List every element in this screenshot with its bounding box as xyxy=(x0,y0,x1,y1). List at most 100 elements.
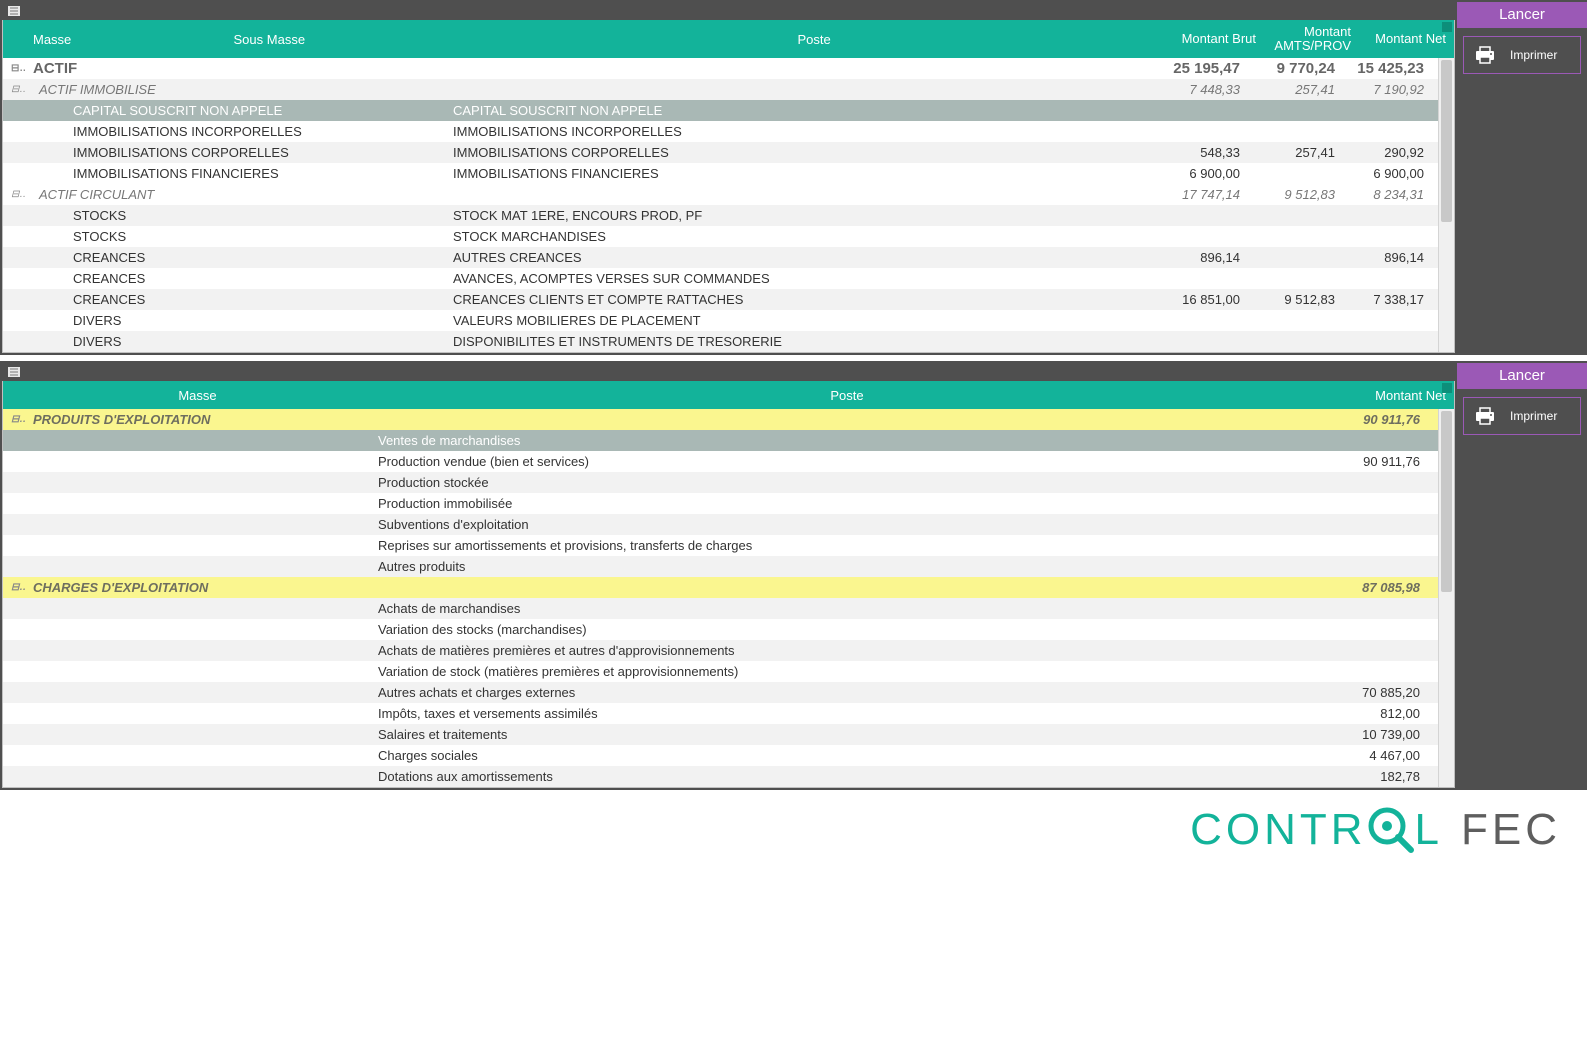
montant-net: 812,00 xyxy=(1308,704,1438,723)
montant-brut xyxy=(1153,234,1248,238)
montant-net xyxy=(1308,543,1438,547)
montant-brut: 548,33 xyxy=(1153,143,1248,162)
table-row[interactable]: Dotations aux amortissements182,78 xyxy=(3,766,1438,787)
col-montant-net[interactable]: Montant Net xyxy=(1359,28,1454,50)
table-row[interactable]: CREANCESAVANCES, ACOMPTES VERSES SUR COM… xyxy=(3,268,1438,289)
logo-part-1: CONTR xyxy=(1190,805,1366,855)
logo-part-3: FEC xyxy=(1461,805,1561,855)
col-poste[interactable]: Poste xyxy=(459,28,1169,51)
montant-brut: 6 900,00 xyxy=(1153,164,1248,183)
masse-label: CHARGES D'EXPLOITATION xyxy=(25,578,1308,597)
table-row[interactable]: Autres produits xyxy=(3,556,1438,577)
table-row[interactable]: ⊟ACTIF25 195,479 770,2415 425,23 xyxy=(3,58,1438,79)
table-row[interactable]: ⊟CHARGES D'EXPLOITATION87 085,98 xyxy=(3,577,1438,598)
montant-net xyxy=(1343,318,1438,322)
montant-brut: 7 448,33 xyxy=(1153,80,1248,99)
logo-area: CONTR L FEC xyxy=(0,790,1587,866)
poste-cell: AVANCES, ACOMPTES VERSES SUR COMMANDES xyxy=(445,269,1153,288)
poste-cell: Autres achats et charges externes xyxy=(370,683,1308,702)
montant-net: 90 911,76 xyxy=(1308,410,1438,429)
pin-icon[interactable] xyxy=(1442,383,1452,393)
montant-brut xyxy=(1153,213,1248,217)
bilan-panel: Masse Sous Masse Poste Montant Brut Mont… xyxy=(0,0,1587,355)
table-row[interactable]: DIVERSDISPONIBILITES ET INSTRUMENTS DE T… xyxy=(3,331,1438,352)
table-row[interactable]: Achats de marchandises xyxy=(3,598,1438,619)
table-row[interactable]: CREANCESAUTRES CREANCES896,14896,14 xyxy=(3,247,1438,268)
table-row[interactable]: STOCKSSTOCK MARCHANDISES xyxy=(3,226,1438,247)
printer-icon xyxy=(1474,45,1496,65)
col-poste[interactable]: Poste xyxy=(370,384,1324,407)
print-label: Imprimer xyxy=(1510,409,1557,423)
collapse-toggle[interactable]: ⊟ xyxy=(3,412,25,427)
table-row[interactable]: Subventions d'exploitation xyxy=(3,514,1438,535)
poste-cell: IMMOBILISATIONS FINANCIERES xyxy=(445,164,1153,183)
col-montant-net[interactable]: Montant Net xyxy=(1324,384,1454,407)
montant-amts xyxy=(1248,108,1343,112)
montant-net: 6 900,00 xyxy=(1343,164,1438,183)
collapse-toggle[interactable]: ⊟ xyxy=(3,187,25,202)
montant-brut xyxy=(1153,318,1248,322)
table-row[interactable]: ⊟PRODUITS D'EXPLOITATION90 911,76 xyxy=(3,409,1438,430)
table-row[interactable]: IMMOBILISATIONS INCORPORELLESIMMOBILISAT… xyxy=(3,121,1438,142)
montant-amts: 9 770,24 xyxy=(1248,58,1343,79)
col-masse[interactable]: Masse xyxy=(25,384,370,407)
table-row[interactable]: Salaires et traitements10 739,00 xyxy=(3,724,1438,745)
montant-net xyxy=(1308,501,1438,505)
table-row[interactable]: Charges sociales4 467,00 xyxy=(3,745,1438,766)
montant-net xyxy=(1308,522,1438,526)
table-row[interactable]: Autres achats et charges externes70 885,… xyxy=(3,682,1438,703)
collapse-toggle[interactable]: ⊟ xyxy=(3,580,25,595)
montant-net xyxy=(1343,276,1438,280)
montant-amts xyxy=(1248,276,1343,280)
montant-net: 7 338,17 xyxy=(1343,290,1438,309)
collapse-toggle[interactable]: ⊟ xyxy=(3,82,25,97)
montant-amts xyxy=(1248,129,1343,133)
table-row[interactable]: Achats de matières premières et autres d… xyxy=(3,640,1438,661)
poste-cell: Achats de matières premières et autres d… xyxy=(370,641,1308,660)
list-icon[interactable] xyxy=(8,367,20,377)
table-row[interactable]: ⊟ACTIF IMMOBILISE7 448,33257,417 190,92 xyxy=(3,79,1438,100)
side-panel-1: Lancer Imprimer xyxy=(1457,2,1587,355)
list-icon[interactable] xyxy=(8,6,20,16)
montant-brut: 17 747,14 xyxy=(1153,185,1248,204)
montant-net: 896,14 xyxy=(1343,248,1438,267)
table-row[interactable]: Production immobilisée xyxy=(3,493,1438,514)
table-row[interactable]: IMMOBILISATIONS FINANCIERESIMMOBILISATIO… xyxy=(3,163,1438,184)
montant-net: 15 425,23 xyxy=(1343,58,1438,79)
table-row[interactable]: ⊟ACTIF CIRCULANT17 747,149 512,838 234,3… xyxy=(3,184,1438,205)
side-title: Lancer xyxy=(1457,2,1587,28)
montant-net xyxy=(1308,564,1438,568)
vertical-scrollbar[interactable] xyxy=(1438,409,1454,787)
table-row[interactable]: DIVERSVALEURS MOBILIERES DE PLACEMENT xyxy=(3,310,1438,331)
montant-amts xyxy=(1248,234,1343,238)
resultat-panel: Masse Poste Montant Net ⊟PRODUITS D'EXPL… xyxy=(0,361,1587,790)
poste-cell: STOCK MARCHANDISES xyxy=(445,227,1153,246)
table-row[interactable]: CREANCESCREANCES CLIENTS ET COMPTE RATTA… xyxy=(3,289,1438,310)
montant-amts xyxy=(1248,171,1343,175)
vertical-scrollbar[interactable] xyxy=(1438,58,1454,352)
print-button[interactable]: Imprimer xyxy=(1463,397,1581,435)
table-row[interactable]: Impôts, taxes et versements assimilés812… xyxy=(3,703,1438,724)
col-masse[interactable]: Masse xyxy=(25,28,79,51)
table-row[interactable]: Variation des stocks (marchandises) xyxy=(3,619,1438,640)
table-row[interactable]: Production vendue (bien et services)90 9… xyxy=(3,451,1438,472)
poste-cell: Production vendue (bien et services) xyxy=(370,452,1308,471)
col-montant-amts[interactable]: Montant AMTS/PROV xyxy=(1264,21,1359,58)
table-row[interactable]: IMMOBILISATIONS CORPORELLESIMMOBILISATIO… xyxy=(3,142,1438,163)
col-montant-brut[interactable]: Montant Brut xyxy=(1169,28,1264,50)
table-row[interactable]: Reprises sur amortissements et provision… xyxy=(3,535,1438,556)
table-row[interactable]: Ventes de marchandises xyxy=(3,430,1438,451)
table-row[interactable]: CAPITAL SOUSCRIT NON APPELECAPITAL SOUSC… xyxy=(3,100,1438,121)
table-row[interactable]: STOCKSSTOCK MAT 1ERE, ENCOURS PROD, PF xyxy=(3,205,1438,226)
collapse-toggle[interactable]: ⊟ xyxy=(3,61,25,76)
table-row[interactable]: Variation de stock (matières premières e… xyxy=(3,661,1438,682)
pin-icon[interactable] xyxy=(1442,22,1452,32)
panel-top-strip xyxy=(0,2,1457,20)
col-sous-masse[interactable]: Sous Masse xyxy=(79,28,459,51)
poste-cell: Charges sociales xyxy=(370,746,1308,765)
sous-masse-cell: DIVERS xyxy=(65,332,445,351)
print-button[interactable]: Imprimer xyxy=(1463,36,1581,74)
poste-cell: CAPITAL SOUSCRIT NON APPELE xyxy=(445,101,1153,120)
poste-cell: Production immobilisée xyxy=(370,494,1308,513)
table-row[interactable]: Production stockée xyxy=(3,472,1438,493)
